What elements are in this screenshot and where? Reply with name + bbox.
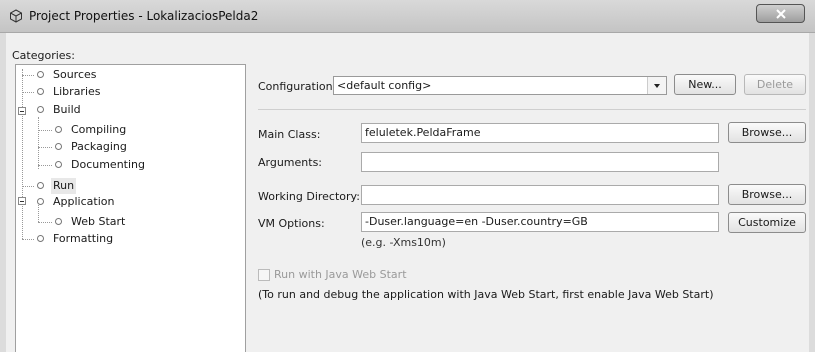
arguments-label: Arguments: [258, 156, 323, 169]
tree-item-label: Run [51, 178, 77, 194]
vm-options-label: VM Options: [258, 217, 325, 230]
tree-connector [38, 147, 52, 148]
close-icon [776, 9, 786, 19]
tree-connector [38, 130, 52, 131]
tree-item-label: Sources [53, 68, 97, 81]
node-icon [37, 235, 44, 242]
tree-connector [38, 222, 52, 223]
node-icon [37, 71, 44, 78]
application-expander[interactable] [18, 197, 26, 205]
app-icon [10, 9, 22, 23]
delete-config-button[interactable]: Delete [744, 74, 806, 95]
tree-connector [38, 205, 39, 222]
close-button[interactable] [756, 4, 805, 23]
node-icon [37, 88, 44, 95]
vm-options-input[interactable]: -Duser.language=en -Duser.country=GB [361, 212, 719, 232]
chevron-down-icon[interactable] [647, 77, 666, 94]
tree-connector [22, 75, 34, 76]
configuration-value: <default config> [337, 79, 432, 92]
node-icon [37, 106, 44, 113]
main-class-input[interactable]: feluletek.PeldaFrame [361, 123, 719, 143]
tree-connector [22, 69, 23, 239]
tree-item-label: Libraries [53, 85, 101, 98]
categories-label: Categories: [12, 49, 75, 62]
categories-tree[interactable]: Sources Libraries Build Compiling Packag… [15, 64, 246, 352]
tree-item-label: Build [53, 103, 81, 116]
node-icon [55, 126, 62, 133]
tree-connector [22, 186, 34, 187]
build-expander[interactable] [18, 107, 26, 115]
tree-connector [38, 117, 39, 169]
main-class-label: Main Class: [258, 128, 321, 141]
configuration-select[interactable]: <default config> [333, 76, 667, 95]
tree-item-label: Documenting [71, 158, 145, 171]
node-icon [37, 182, 44, 189]
browse-main-class-button[interactable]: Browse... [728, 122, 806, 143]
node-icon [55, 218, 62, 225]
run-with-web-start-checkbox[interactable] [258, 269, 270, 281]
vm-options-hint: (e.g. -Xms10m) [361, 236, 446, 249]
new-config-button[interactable]: New... [674, 74, 736, 95]
title-bar[interactable]: Project Properties - LokalizaciosPelda2 [0, 0, 815, 33]
working-directory-label: Working Directory: [258, 190, 360, 203]
separator [258, 109, 806, 110]
tree-item-label: Application [53, 195, 115, 208]
tree-connector [22, 239, 34, 240]
window-title: Project Properties - LokalizaciosPelda2 [29, 9, 259, 23]
tree-connector [38, 165, 52, 166]
tree-item-label: Formatting [53, 232, 114, 245]
tree-item-label: Compiling [71, 123, 127, 136]
tree-item-label: Packaging [71, 140, 127, 153]
customize-vm-options-button[interactable]: Customize [728, 212, 806, 233]
web-start-note: (To run and debug the application with J… [258, 288, 714, 301]
node-icon [55, 161, 62, 168]
node-icon [55, 143, 62, 150]
browse-working-directory-button[interactable]: Browse... [728, 184, 806, 205]
configuration-label: Configuration: [258, 80, 337, 93]
arguments-input[interactable] [361, 152, 719, 172]
run-with-web-start-label: Run with Java Web Start [274, 268, 407, 281]
tree-item-label: Web Start [71, 215, 126, 228]
node-icon [37, 198, 44, 205]
project-properties-dialog: Project Properties - LokalizaciosPelda2 … [0, 0, 815, 352]
tree-connector [22, 92, 34, 93]
working-directory-input[interactable] [361, 185, 719, 205]
